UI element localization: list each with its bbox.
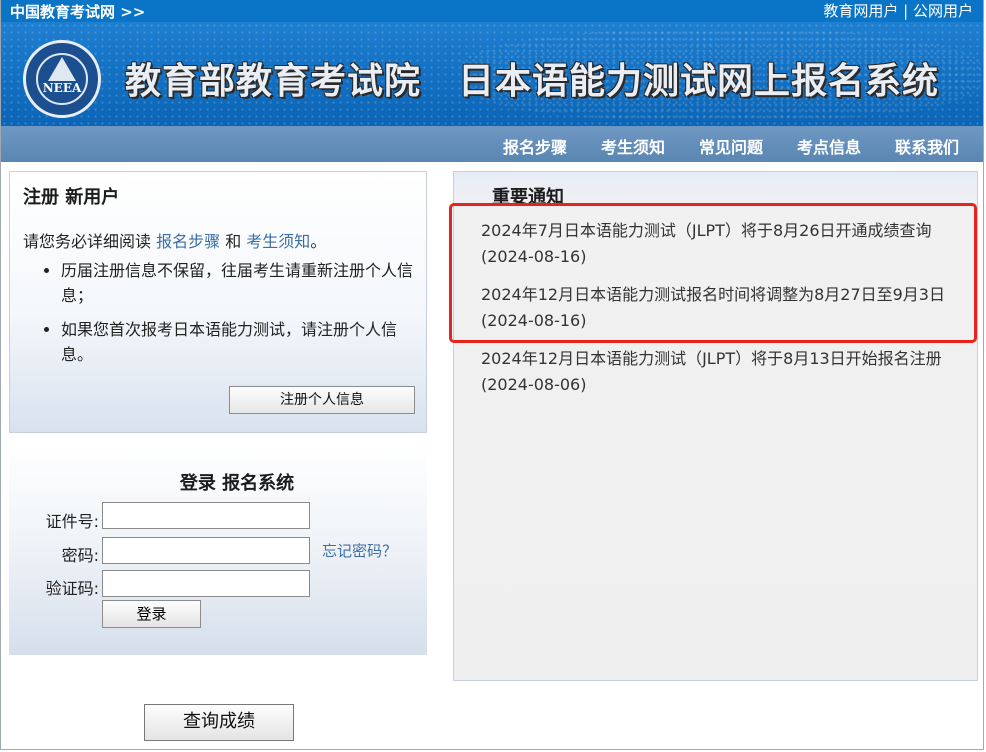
login-button[interactable]: 登录 [102,600,201,628]
intro-suffix: 。 [310,232,327,251]
captcha-label: 验证码: [45,579,99,598]
id-number-input[interactable] [102,502,310,529]
site-home-link[interactable]: 中国教育考试网 >> [10,1,145,22]
login-panel: 登录 报名系统 证件号: 密码: 忘记密码？ 验证码: 登录 [9,445,427,655]
register-title: 注册 新用户 [23,187,120,208]
notice-item[interactable]: 2024年12月日本语能力测试报名时间将调整为8月27日至9月3日 (2024-… [481,282,971,334]
neea-logo-icon: NEEA [23,40,101,118]
public-user-link[interactable]: 公网用户 [913,2,973,20]
password-input[interactable] [102,537,310,564]
header-banner: NEEA 教育部教育考试院 日本语能力测试网上报名系统 [1,22,983,126]
logo-text: NEEA [42,81,82,95]
forgot-password-link[interactable]: 忘记密码？ [322,540,397,561]
register-panel: 注册 新用户 请您务必详细阅读 报名步骤 和 考生须知。 历届注册信息不保留，往… [9,171,427,433]
intro-prefix: 请您务必详细阅读 [23,232,157,251]
list-item: 如果您首次报考日本语能力测试，请注册个人信息。 [61,317,413,367]
top-bar: 中国教育考试网 >> 教育网用户 | 公网用户 [1,0,983,22]
user-link-separator: | [903,2,909,20]
intro-and: 和 [220,232,247,251]
main-nav: 报名步骤 考生须知 常见问题 考点信息 联系我们 [1,126,983,162]
nav-item-test-centers[interactable]: 考点信息 [797,134,861,158]
edu-user-link[interactable]: 教育网用户 [823,2,898,20]
link-steps[interactable]: 报名步骤 [156,232,220,251]
id-label: 证件号: [45,512,99,531]
register-intro: 请您务必详细阅读 报名步骤 和 考生须知。 [23,228,326,252]
banner-title: 教育部教育考试院 日本语能力测试网上报名系统 [125,61,940,102]
nav-item-faq[interactable]: 常见问题 [699,134,763,158]
register-bullets: 历届注册信息不保留，往届考生请重新注册个人信息； 如果您首次报考日本语能力测试，… [23,258,413,376]
query-score-button[interactable]: 查询成绩 [144,704,294,741]
nav-item-steps[interactable]: 报名步骤 [503,134,567,158]
notice-item[interactable]: 2024年7月日本语能力测试（JLPT）将于8月26日开通成绩查询 (2024-… [481,218,971,270]
nav-item-contact[interactable]: 联系我们 [895,134,959,158]
captcha-input[interactable] [102,570,310,597]
password-label: 密码: [61,546,99,565]
register-button[interactable]: 注册个人信息 [229,386,415,414]
nav-item-notice[interactable]: 考生须知 [601,134,665,158]
notice-item[interactable]: 2024年12月日本语能力测试（JLPT）将于8月13日开始报名注册 (2024… [481,346,971,398]
user-type-links: 教育网用户 | 公网用户 [823,0,973,21]
logo-triangle [48,57,76,81]
page-frame: 中国教育考试网 >> 教育网用户 | 公网用户 NEEA 教育部教育考试院 日本… [0,0,984,750]
login-title: 登录 报名系统 [179,473,295,494]
link-notice[interactable]: 考生须知 [246,232,310,251]
list-item: 历届注册信息不保留，往届考生请重新注册个人信息； [61,258,413,308]
notice-panel: 重要通知 2024年7月日本语能力测试（JLPT）将于8月26日开通成绩查询 (… [453,171,978,681]
notice-title: 重要通知 [492,187,564,208]
